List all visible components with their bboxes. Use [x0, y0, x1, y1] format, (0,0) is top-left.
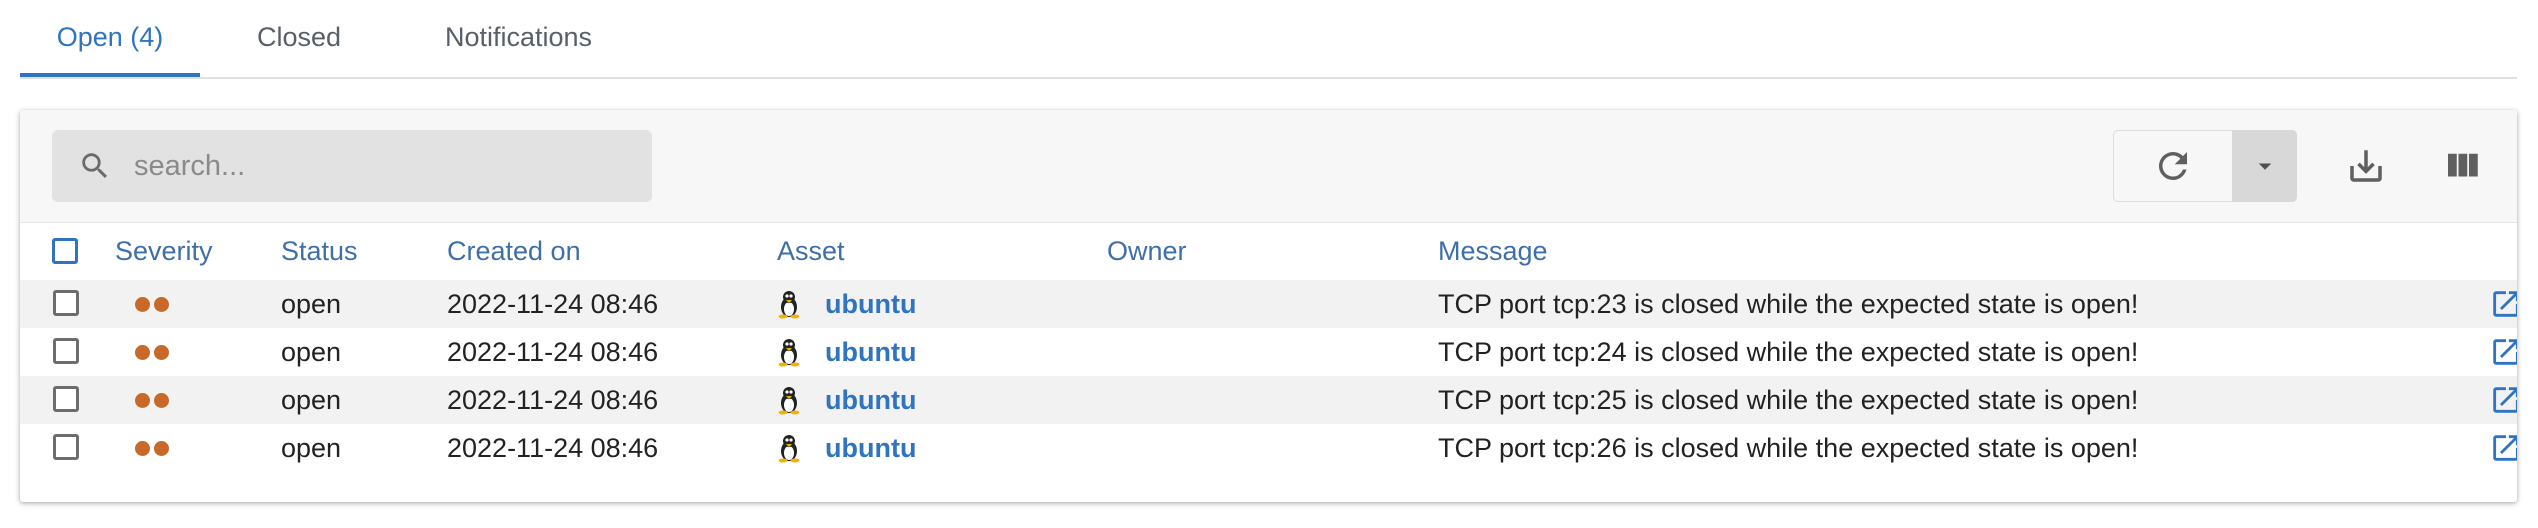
- severity-indicator: [135, 328, 169, 376]
- open-external-button[interactable]: [2489, 424, 2517, 472]
- status-cell: open: [281, 336, 342, 367]
- linux-tux-icon: [778, 291, 800, 319]
- severity-dot: [154, 344, 169, 360]
- tab-closed[interactable]: Closed: [224, 0, 374, 75]
- search-icon: [82, 153, 108, 179]
- table-row[interactable]: open 2022-11-24 08:46 ubuntu TCP port tc…: [20, 328, 2517, 376]
- table-header: Severity Status Created on Asset Owner M…: [20, 223, 2517, 280]
- refresh-button-group: [2113, 130, 2297, 202]
- search-input[interactable]: [132, 148, 616, 184]
- table-toolbar: [20, 110, 2517, 223]
- asset-cell: ubuntu: [777, 376, 916, 424]
- severity-dot: [154, 440, 169, 456]
- column-header-owner[interactable]: Owner: [1107, 223, 1187, 280]
- asset-link[interactable]: ubuntu: [825, 337, 916, 368]
- message-cell: TCP port tcp:25 is closed while the expe…: [1438, 384, 2139, 415]
- asset-link[interactable]: ubuntu: [825, 385, 916, 416]
- severity-dot: [135, 392, 150, 408]
- column-header-status[interactable]: Status: [281, 223, 358, 280]
- asset-link[interactable]: ubuntu: [825, 289, 916, 320]
- column-header-asset[interactable]: Asset: [777, 223, 845, 280]
- tab-open[interactable]: Open (4): [20, 0, 200, 77]
- asset-cell: ubuntu: [777, 424, 916, 472]
- row-checkbox[interactable]: [53, 434, 79, 460]
- severity-indicator: [135, 424, 169, 472]
- open-external-button[interactable]: [2489, 328, 2517, 376]
- findings-card: Severity Status Created on Asset Owner M…: [20, 110, 2517, 502]
- refresh-button[interactable]: [2114, 131, 2232, 201]
- message-cell: TCP port tcp:23 is closed while the expe…: [1438, 288, 2139, 319]
- severity-indicator: [135, 376, 169, 424]
- columns-icon: [2448, 153, 2478, 177]
- created-on-cell: 2022-11-24 08:46: [447, 432, 659, 463]
- asset-cell: ubuntu: [777, 328, 916, 376]
- search-box[interactable]: [52, 130, 652, 202]
- open-external-button[interactable]: [2489, 280, 2517, 328]
- columns-button[interactable]: [2426, 130, 2498, 202]
- download-button[interactable]: [2330, 130, 2402, 202]
- column-header-message[interactable]: Message: [1438, 223, 1548, 280]
- open-in-new-icon: [2493, 435, 2517, 461]
- refresh-options-dropdown[interactable]: [2232, 130, 2297, 202]
- status-cell: open: [281, 384, 342, 415]
- message-cell: TCP port tcp:24 is closed while the expe…: [1438, 336, 2139, 367]
- asset-link[interactable]: ubuntu: [825, 433, 916, 464]
- table-row[interactable]: open 2022-11-24 08:46 ubuntu TCP port tc…: [20, 280, 2517, 328]
- created-on-cell: 2022-11-24 08:46: [447, 288, 659, 319]
- download-icon: [2350, 150, 2382, 182]
- tab-notifications[interactable]: Notifications: [396, 0, 641, 75]
- page: Open (4) Closed Notifications search... …: [0, 0, 2538, 528]
- column-header-created-on[interactable]: Created on: [447, 223, 581, 280]
- table-row[interactable]: open 2022-11-24 08:46 ubuntu TCP port tc…: [20, 376, 2517, 424]
- select-all-checkbox[interactable]: [52, 238, 78, 264]
- linux-tux-icon: [778, 435, 800, 463]
- severity-dot: [154, 296, 169, 312]
- linux-tux-icon: [778, 387, 800, 415]
- row-checkbox[interactable]: [53, 338, 79, 364]
- created-on-cell: 2022-11-24 08:46: [447, 384, 659, 415]
- tab-bar: Open (4) Closed Notifications: [20, 0, 2517, 79]
- caret-down-icon: [2258, 163, 2271, 170]
- row-checkbox[interactable]: [53, 290, 79, 316]
- severity-dot: [135, 440, 150, 456]
- severity-dot: [135, 344, 150, 360]
- severity-dot: [135, 296, 150, 312]
- table-row[interactable]: open 2022-11-24 08:46 ubuntu TCP port tc…: [20, 424, 2517, 472]
- column-header-severity[interactable]: Severity: [115, 223, 213, 280]
- message-cell: TCP port tcp:26 is closed while the expe…: [1438, 432, 2139, 463]
- open-in-new-icon: [2493, 339, 2517, 365]
- linux-tux-icon: [778, 339, 800, 367]
- status-cell: open: [281, 288, 342, 319]
- open-in-new-icon: [2493, 291, 2517, 317]
- open-in-new-icon: [2493, 387, 2517, 413]
- status-cell: open: [281, 432, 342, 463]
- asset-cell: ubuntu: [777, 280, 916, 328]
- row-checkbox[interactable]: [53, 386, 79, 412]
- created-on-cell: 2022-11-24 08:46: [447, 336, 659, 367]
- severity-indicator: [135, 280, 169, 328]
- open-external-button[interactable]: [2489, 376, 2517, 424]
- refresh-icon: [2158, 151, 2187, 180]
- severity-dot: [154, 392, 169, 408]
